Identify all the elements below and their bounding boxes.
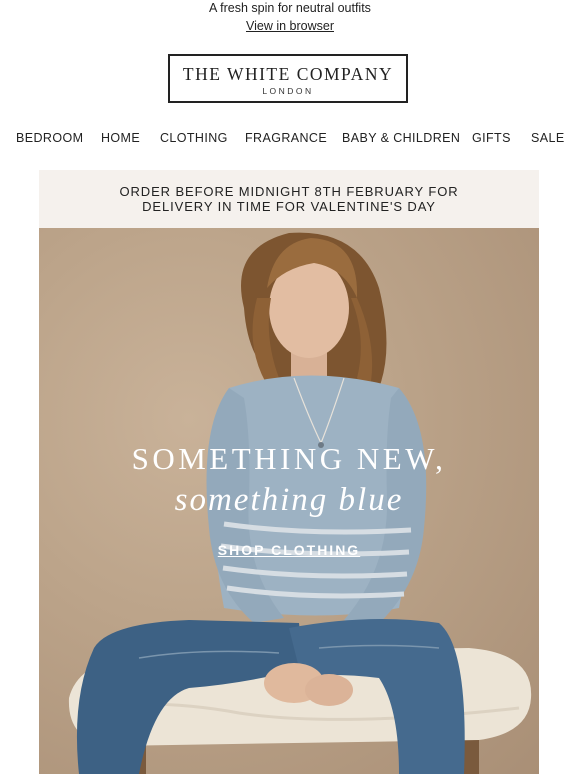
nav-item-clothing[interactable]: CLOTHING [160,131,228,145]
preheader-tagline: A fresh spin for neutral outfits [209,1,371,15]
nav-item-home[interactable]: HOME [101,131,140,145]
preheader: A fresh spin for neutral outfits View in… [0,0,580,35]
nav-item-baby-children[interactable]: BABY & CHILDREN [342,131,460,145]
nav-item-gifts[interactable]: GIFTS [472,131,511,145]
brand-logo-city: LONDON [262,86,314,96]
delivery-banner-line2: DELIVERY IN TIME FOR VALENTINE'S DAY [142,199,436,214]
delivery-banner: ORDER BEFORE MIDNIGHT 8TH FEBRUARY FOR D… [39,170,539,228]
hero-cta: SHOP CLOTHING [39,542,539,560]
view-in-browser-link[interactable]: View in browser [246,18,334,35]
main-nav: BEDROOM HOME CLOTHING FRAGRANCE BABY & C… [0,131,580,147]
hero-banner[interactable]: SOMETHING NEW, something blue SHOP CLOTH… [39,228,539,774]
nav-item-bedroom[interactable]: BEDROOM [16,131,83,145]
brand-logo[interactable]: THE WHITE COMPANY LONDON [168,54,408,103]
nav-item-sale[interactable]: SALE [531,131,565,145]
shop-clothing-link[interactable]: SHOP CLOTHING [218,542,360,558]
brand-logo-name: THE WHITE COMPANY [182,64,394,84]
hero-headline-line1: SOMETHING NEW, [131,441,447,476]
delivery-banner-line1: ORDER BEFORE MIDNIGHT 8TH FEBRUARY FOR [119,184,459,199]
hero-headline-line2: something blue [174,482,404,518]
nav-item-fragrance[interactable]: FRAGRANCE [245,131,327,145]
